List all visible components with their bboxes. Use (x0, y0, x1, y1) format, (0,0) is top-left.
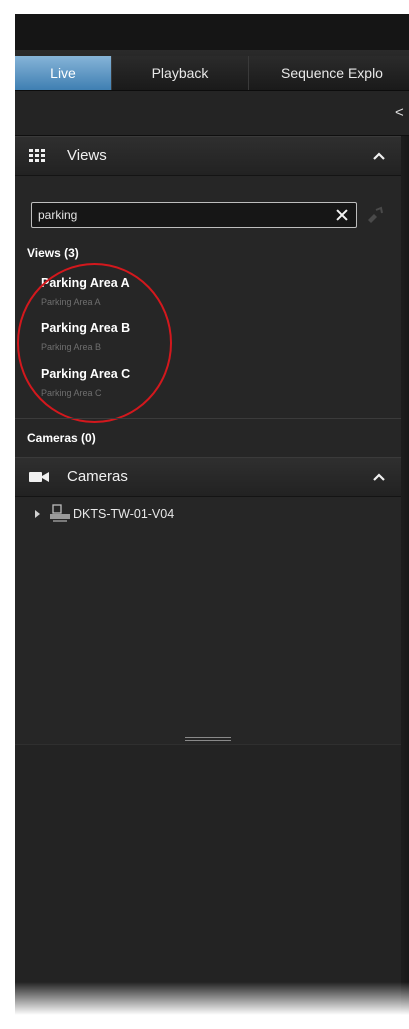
toolbar: < (15, 91, 409, 136)
highlight-circle-annotation (17, 263, 172, 423)
views-section-title: Views (67, 147, 107, 164)
section-divider (15, 418, 401, 419)
views-section-header[interactable]: Views (15, 136, 401, 176)
lower-empty-panel (15, 744, 401, 1015)
collapse-panel-button[interactable]: < (395, 103, 409, 123)
tree-item-label: DKTS-TW-01-V04 (73, 507, 175, 521)
server-icon (50, 504, 70, 522)
views-result-count: Views (3) (27, 246, 79, 260)
view-area-edge (401, 136, 409, 1015)
search-options-icon[interactable] (365, 206, 385, 226)
chevron-up-icon[interactable] (371, 469, 387, 485)
tab-sequence-explorer[interactable]: Sequence Explo (249, 56, 409, 90)
views-search-box (31, 202, 357, 228)
title-bar (15, 14, 409, 50)
tab-bar: Live Playback Sequence Explo (15, 50, 409, 91)
panel-resize-handle[interactable] (185, 737, 231, 743)
cameras-section-title: Cameras (67, 468, 128, 485)
tab-live[interactable]: Live (15, 56, 112, 90)
expand-arrow-icon[interactable] (35, 510, 40, 518)
collapse-arrow-icon: < (395, 104, 404, 121)
cameras-section-header[interactable]: Cameras (15, 457, 401, 497)
bottom-fade (15, 982, 409, 1015)
grid-icon (29, 149, 45, 162)
camera-icon (29, 472, 49, 482)
clear-search-icon[interactable] (333, 206, 351, 224)
views-search-input[interactable] (38, 205, 328, 225)
chevron-up-icon[interactable] (371, 148, 387, 164)
side-panel: Views Views (3) Parking Area A Parking A… (15, 136, 402, 1015)
app-window: Live Playback Sequence Explo < Views par… (15, 14, 409, 1015)
cameras-result-count: Cameras (0) (27, 431, 96, 445)
tab-playback[interactable]: Playback (112, 56, 249, 90)
